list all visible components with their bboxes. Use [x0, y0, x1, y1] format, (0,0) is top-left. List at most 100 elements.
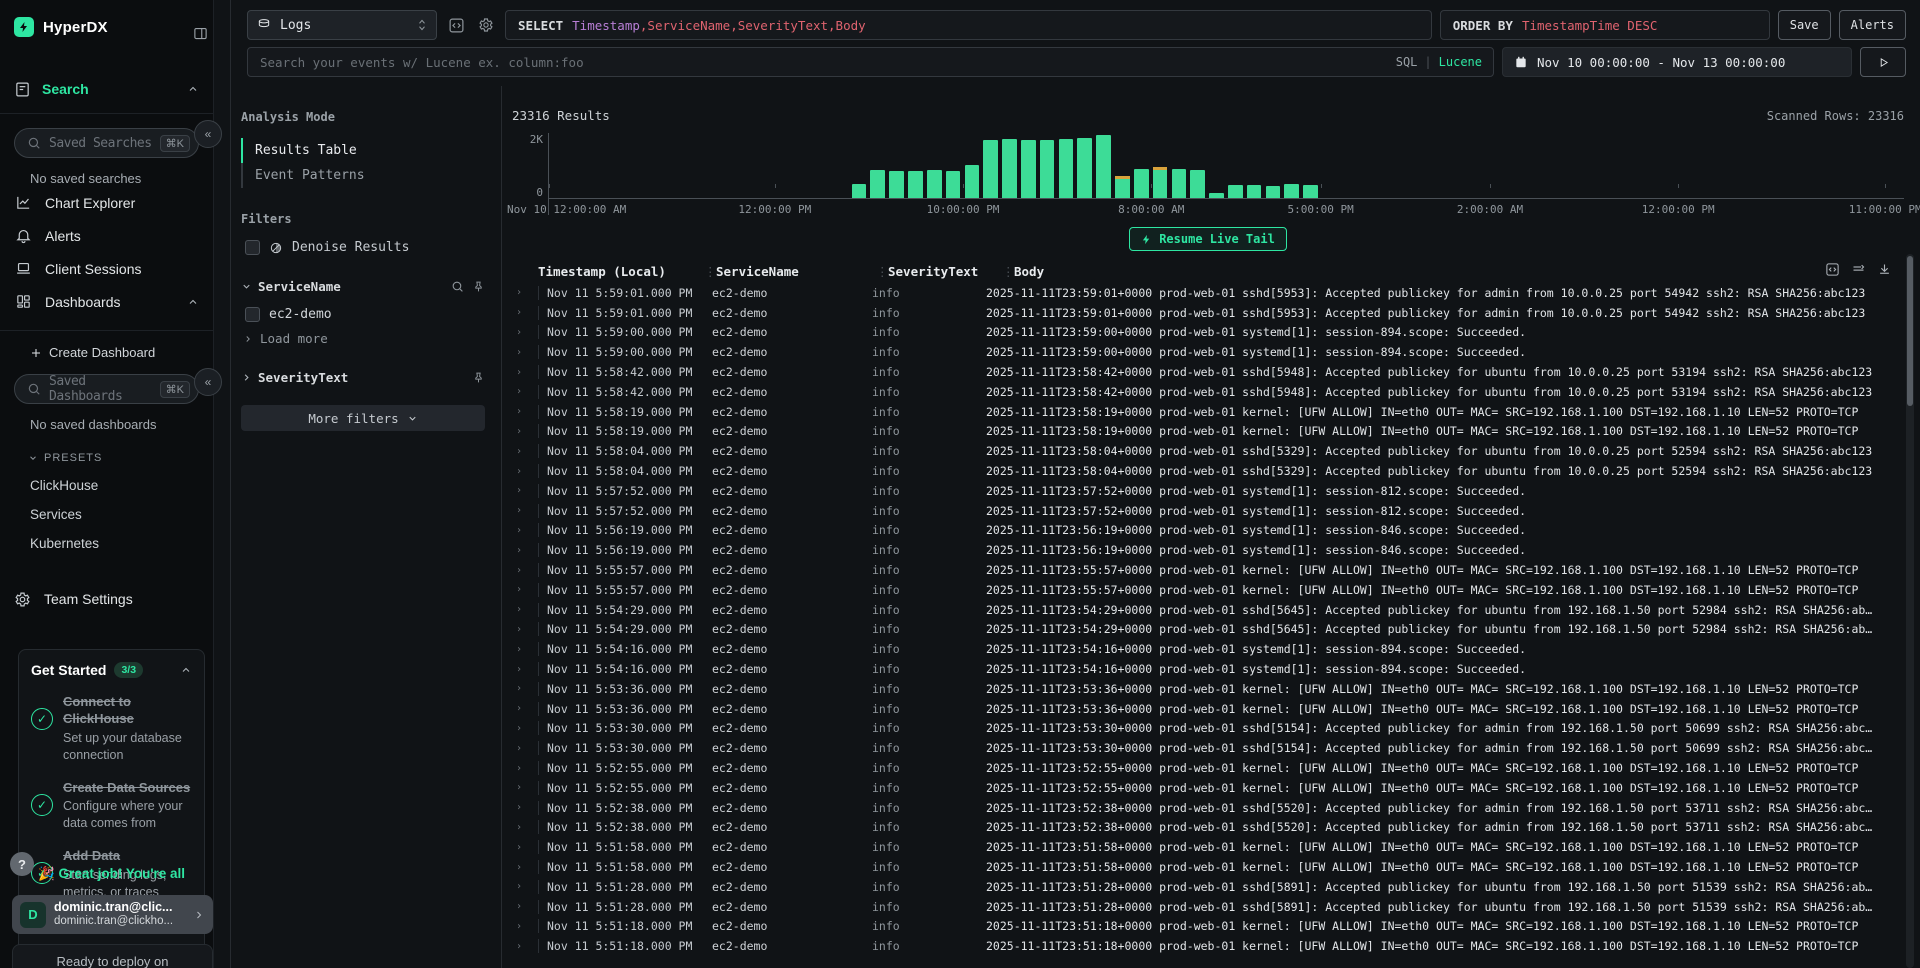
download-csv-icon[interactable] — [1877, 262, 1892, 277]
log-row[interactable]: › Nov 11 5:51:28.000 PM ec2-demo info 20… — [512, 877, 1904, 897]
log-row[interactable]: › Nov 11 5:58:19.000 PM ec2-demo info 20… — [512, 422, 1904, 442]
row-expand-chevron[interactable]: › — [512, 584, 538, 595]
histogram-bar[interactable] — [1228, 185, 1243, 198]
histogram-bar[interactable] — [1040, 140, 1055, 198]
log-row[interactable]: › Nov 11 5:58:04.000 PM ec2-demo info 20… — [512, 441, 1904, 461]
row-expand-chevron[interactable]: › — [512, 485, 538, 496]
row-expand-chevron[interactable]: › — [512, 466, 538, 477]
row-expand-chevron[interactable]: › — [512, 386, 538, 397]
column-header-severitytext[interactable]: SeverityText — [888, 264, 1002, 279]
log-row[interactable]: › Nov 11 5:53:30.000 PM ec2-demo info 20… — [512, 738, 1904, 758]
column-resize-handle[interactable]: ⋮ — [1002, 264, 1014, 279]
log-row[interactable]: › Nov 11 5:54:29.000 PM ec2-demo info 20… — [512, 620, 1904, 640]
row-expand-chevron[interactable]: › — [512, 307, 538, 318]
chevron-up-icon[interactable] — [187, 296, 199, 308]
analysis-mode-option[interactable]: Event Patterns — [241, 163, 485, 188]
raw-mode-icon[interactable] — [1825, 262, 1840, 277]
lucene-mode-toggle[interactable]: Lucene — [1439, 55, 1482, 69]
sidebar-item-team-settings[interactable]: Team Settings — [0, 587, 213, 611]
log-row[interactable]: › Nov 11 5:54:16.000 PM ec2-demo info 20… — [512, 659, 1904, 679]
row-expand-chevron[interactable]: › — [512, 287, 538, 298]
save-button[interactable]: Save — [1778, 10, 1831, 40]
histogram-bar[interactable] — [1190, 170, 1205, 198]
user-profile-button[interactable]: D dominic.tran@clic... dominic.tran@clic… — [12, 895, 213, 934]
row-expand-chevron[interactable]: › — [512, 347, 538, 358]
log-row[interactable]: › Nov 11 5:51:18.000 PM ec2-demo info 20… — [512, 936, 1904, 956]
row-expand-chevron[interactable]: › — [512, 881, 538, 892]
resume-live-tail-button[interactable]: Resume Live Tail — [1129, 227, 1287, 251]
log-row[interactable]: › Nov 11 5:53:36.000 PM ec2-demo info 20… — [512, 679, 1904, 699]
row-expand-chevron[interactable]: › — [512, 822, 538, 833]
column-settings-icon[interactable] — [1851, 262, 1866, 277]
row-expand-chevron[interactable]: › — [512, 842, 538, 853]
presets-header[interactable]: PRESETS — [28, 452, 213, 464]
histogram-bar[interactable] — [1209, 193, 1224, 198]
histogram-bar[interactable] — [1303, 185, 1318, 198]
saved-searches-input[interactable]: Saved Searches ⌘K — [14, 128, 199, 158]
log-row[interactable]: › Nov 11 5:53:36.000 PM ec2-demo info 20… — [512, 699, 1904, 719]
histogram-bar[interactable] — [1153, 167, 1168, 198]
order-by-input[interactable]: ORDER BY TimestampTime DESC — [1440, 10, 1770, 40]
column-header-timestamp[interactable]: Timestamp (Local) — [538, 264, 704, 279]
log-row[interactable]: › Nov 11 5:58:42.000 PM ec2-demo info 20… — [512, 362, 1904, 382]
facet-value-row[interactable]: ec2-demo — [245, 307, 485, 322]
log-row[interactable]: › Nov 11 5:59:01.000 PM ec2-demo info 20… — [512, 283, 1904, 303]
scrollbar-thumb[interactable] — [1907, 256, 1913, 406]
gear-icon[interactable] — [475, 14, 497, 36]
log-row[interactable]: › Nov 11 5:51:58.000 PM ec2-demo info 20… — [512, 857, 1904, 877]
row-expand-chevron[interactable]: › — [512, 644, 538, 655]
load-more-button[interactable]: Load more — [243, 331, 485, 346]
log-row[interactable]: › Nov 11 5:53:30.000 PM ec2-demo info 20… — [512, 719, 1904, 739]
row-expand-chevron[interactable]: › — [512, 565, 538, 576]
preset-dashboard-link[interactable]: ClickHouse — [30, 478, 213, 493]
time-range-picker[interactable]: Nov 10 00:00:00 - Nov 13 00:00:00 — [1502, 47, 1852, 77]
row-expand-chevron[interactable]: › — [512, 782, 538, 793]
row-expand-chevron[interactable]: › — [512, 505, 538, 516]
histogram-bar[interactable] — [946, 171, 961, 198]
row-expand-chevron[interactable]: › — [512, 426, 538, 437]
histogram-bar[interactable] — [1247, 185, 1262, 198]
collapse-sidebar-button[interactable]: « — [194, 120, 222, 148]
log-row[interactable]: › Nov 11 5:55:57.000 PM ec2-demo info 20… — [512, 580, 1904, 600]
histogram-bar[interactable] — [927, 170, 942, 198]
log-row[interactable]: › Nov 11 5:55:57.000 PM ec2-demo info 20… — [512, 560, 1904, 580]
sidebar-nav-item[interactable]: Alerts — [0, 219, 213, 252]
histogram-bar[interactable] — [1096, 135, 1111, 198]
log-row[interactable]: › Nov 11 5:59:01.000 PM ec2-demo info 20… — [512, 303, 1904, 323]
alerts-button[interactable]: Alerts — [1839, 10, 1906, 40]
log-row[interactable]: › Nov 11 5:54:16.000 PM ec2-demo info 20… — [512, 639, 1904, 659]
row-expand-chevron[interactable]: › — [512, 406, 538, 417]
histogram-bar[interactable] — [1077, 138, 1092, 198]
log-row[interactable]: › Nov 11 5:57:52.000 PM ec2-demo info 20… — [512, 501, 1904, 521]
histogram-bar[interactable] — [1059, 139, 1074, 198]
row-expand-chevron[interactable]: › — [512, 901, 538, 912]
histogram-bar[interactable] — [1172, 169, 1187, 198]
row-expand-chevron[interactable]: › — [512, 367, 538, 378]
column-header-servicename[interactable]: ServiceName — [716, 264, 876, 279]
facet-checkbox[interactable] — [245, 307, 260, 322]
column-resize-handle[interactable]: ⋮ — [704, 264, 716, 279]
deploy-banner[interactable]: Ready to deploy on — [12, 944, 213, 968]
create-dashboard-button[interactable]: Create Dashboard — [30, 345, 213, 360]
row-expand-chevron[interactable]: › — [512, 545, 538, 556]
facet-search-icon[interactable] — [451, 280, 464, 293]
histogram-bar[interactable] — [1266, 186, 1281, 198]
log-row[interactable]: › Nov 11 5:52:55.000 PM ec2-demo info 20… — [512, 758, 1904, 778]
help-button[interactable]: ? — [10, 852, 34, 876]
log-row[interactable]: › Nov 11 5:58:42.000 PM ec2-demo info 20… — [512, 382, 1904, 402]
denoise-results-option[interactable]: Denoise Results — [241, 240, 485, 255]
histogram-bar[interactable] — [1002, 139, 1017, 198]
sql-mode-toggle[interactable]: SQL — [1396, 55, 1418, 69]
histogram-bar[interactable] — [870, 170, 885, 198]
row-expand-chevron[interactable]: › — [512, 664, 538, 675]
log-row[interactable]: › Nov 11 5:58:04.000 PM ec2-demo info 20… — [512, 461, 1904, 481]
log-row[interactable]: › Nov 11 5:58:19.000 PM ec2-demo info 20… — [512, 402, 1904, 422]
sidebar-item-search[interactable]: Search — [0, 77, 213, 101]
column-header-body[interactable]: Body — [1014, 264, 1904, 279]
log-row[interactable]: › Nov 11 5:51:18.000 PM ec2-demo info 20… — [512, 917, 1904, 937]
source-select[interactable]: Logs — [247, 10, 437, 40]
preset-dashboard-link[interactable]: Kubernetes — [30, 536, 213, 551]
column-resize-handle[interactable]: ⋮ — [876, 264, 888, 279]
histogram-bar[interactable] — [965, 165, 980, 198]
row-expand-chevron[interactable]: › — [512, 327, 538, 338]
